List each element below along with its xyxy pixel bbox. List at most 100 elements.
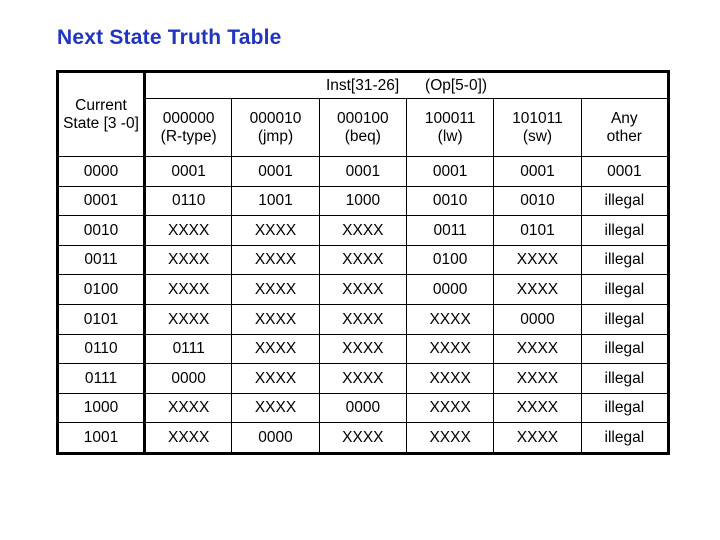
cell-next-state: 0001 [231, 156, 320, 187]
header-opcode-3: 000100 (beq) [318, 98, 407, 157]
header-opcode-code-2: 000010 [249, 110, 302, 128]
cell-next-state: XXXX [231, 363, 320, 394]
cell-next-state: 0101 [493, 215, 582, 246]
cell-next-state: 0001 [318, 156, 407, 187]
header-instruction-group: Inst[31-26] (Op[5-0]) [144, 71, 669, 99]
cell-next-state: XXXX [318, 363, 407, 394]
header-opcode-code-1: 000000 [162, 110, 215, 128]
cell-current-state: 0010 [57, 215, 146, 246]
table-row: 0100 XXXX XXXX XXXX 0000 XXXX illegal [57, 274, 670, 305]
cell-next-state: 0010 [405, 185, 495, 217]
table-row: 0011 XXXX XXXX XXXX 0100 XXXX illegal [57, 244, 670, 276]
cell-next-state: XXXX [318, 303, 407, 335]
cell-current-state: 1001 [57, 422, 146, 454]
cell-next-state: XXXX [143, 244, 233, 276]
cell-next-state: illegal [580, 185, 670, 217]
cell-next-state: 0111 [143, 333, 233, 365]
cell-current-state: 0001 [57, 185, 146, 217]
cell-next-state: XXXX [405, 303, 495, 335]
cell-next-state: XXXX [318, 215, 407, 246]
cell-next-state: XXXX [405, 422, 495, 454]
cell-next-state: illegal [580, 215, 670, 246]
table-body: 0000 0001 0001 0001 0001 0001 0001 0001 0110 1001… [57, 156, 670, 454]
cell-next-state: 0000 [318, 392, 407, 424]
header-opcode-mnemonic-4: (lw) [437, 127, 463, 145]
cell-next-state: 0001 [580, 156, 670, 187]
cell-next-state: 0100 [405, 244, 495, 276]
table-row: 0001 0110 1001 1000 0010 0010 illegal [57, 185, 670, 217]
cell-next-state: XXXX [231, 244, 320, 276]
cell-current-state: 0011 [57, 244, 146, 276]
table-row: 0111 0000 XXXX XXXX XXXX XXXX illegal [57, 363, 670, 394]
cell-next-state: 0001 [493, 156, 582, 187]
header-opcode-mnemonic-3: (beq) [344, 127, 381, 145]
cell-next-state: illegal [580, 363, 670, 394]
cell-current-state: 0101 [57, 303, 146, 335]
table-row: 0110 0111 XXXX XXXX XXXX XXXX illegal [57, 333, 670, 365]
cell-next-state: illegal [580, 392, 670, 424]
cell-current-state: 0110 [57, 333, 146, 365]
cell-next-state: 0110 [143, 185, 233, 217]
cell-next-state: illegal [580, 422, 670, 454]
cell-next-state: 0000 [143, 363, 233, 394]
cell-next-state: XXXX [493, 244, 582, 276]
header-row-group: Current State [3 -0] Inst[31-26] (Op[5-0… [57, 71, 669, 157]
next-state-truth-table: Current State [3 -0] Inst[31-26] (Op[5-0… [56, 70, 670, 455]
cell-next-state: illegal [580, 333, 670, 365]
page-title: Next State Truth Table [57, 26, 282, 49]
cell-current-state: 0000 [57, 156, 146, 187]
cell-next-state: 0010 [493, 185, 582, 217]
table-header: Current State [3 -0] Inst[31-26] (Op[5-0… [57, 71, 670, 157]
header-opcode-2: 000010 (jmp) [231, 98, 320, 157]
cell-next-state: XXXX [143, 422, 233, 454]
cell-next-state: XXXX [143, 215, 233, 246]
header-opcode-code-4: 100011 [424, 110, 476, 128]
cell-next-state: XXXX [405, 363, 495, 394]
cell-next-state: XXXX [493, 274, 582, 305]
header-row-opcodes: 000000 (R-type) 000010 (jmp) 000100 (beq) 1000… [58, 98, 670, 157]
cell-next-state: XXXX [231, 215, 320, 246]
header-opcode-6: Any other [580, 98, 670, 157]
table-row: 0000 0001 0001 0001 0001 0001 0001 [57, 156, 670, 187]
header-opcode-mnemonic-2: (jmp) [257, 127, 294, 145]
cell-next-state: 0000 [231, 422, 320, 454]
header-current-state: Current State [3 -0] [57, 71, 146, 157]
cell-next-state: XXXX [318, 333, 407, 365]
cell-next-state: XXXX [143, 303, 233, 335]
cell-next-state: 0011 [405, 215, 495, 246]
cell-next-state: XXXX [405, 392, 495, 424]
table-row: 0010 XXXX XXXX XXXX 0011 0101 illegal [57, 215, 670, 246]
header-opcode-mnemonic-6: other [606, 127, 642, 145]
cell-next-state: 1001 [231, 185, 320, 217]
cell-next-state: XXXX [493, 363, 582, 394]
slide-canvas: Next State Truth Table Current State [3 … [0, 0, 720, 540]
header-opcode-code-5: 101011 [512, 110, 563, 128]
cell-current-state: 0100 [57, 274, 146, 305]
cell-next-state: XXXX [493, 392, 582, 424]
cell-next-state: XXXX [143, 392, 233, 424]
header-opcode-5: 101011 (sw) [493, 98, 582, 157]
cell-next-state: XXXX [231, 303, 320, 335]
cell-next-state: XXXX [318, 274, 407, 305]
cell-next-state: XXXX [231, 333, 320, 365]
cell-next-state: XXXX [318, 422, 407, 454]
header-opcode-code-3: 000100 [336, 110, 389, 128]
cell-current-state: 1000 [57, 392, 146, 424]
cell-next-state: XXXX [231, 392, 320, 424]
cell-next-state: 0000 [493, 303, 582, 335]
cell-next-state: 0001 [143, 156, 233, 187]
cell-next-state: illegal [580, 244, 670, 276]
table-row: 0101 XXXX XXXX XXXX XXXX 0000 illegal [57, 303, 670, 335]
cell-next-state: XXXX [143, 274, 233, 305]
header-opcode-mnemonic-1: (R-type) [160, 127, 217, 145]
cell-next-state: 0000 [405, 274, 495, 305]
cell-next-state: 0001 [405, 156, 495, 187]
cell-next-state: XXXX [318, 244, 407, 276]
cell-next-state: 1000 [318, 185, 407, 217]
table-row: 1001 XXXX 0000 XXXX XXXX XXXX illegal [57, 422, 670, 454]
cell-next-state: XXXX [231, 274, 320, 305]
table-row: 1000 XXXX XXXX 0000 XXXX XXXX illegal [57, 392, 670, 424]
cell-next-state: XXXX [493, 422, 582, 454]
header-opcode-mnemonic-5: (sw) [522, 127, 553, 145]
cell-next-state: XXXX [493, 333, 582, 365]
